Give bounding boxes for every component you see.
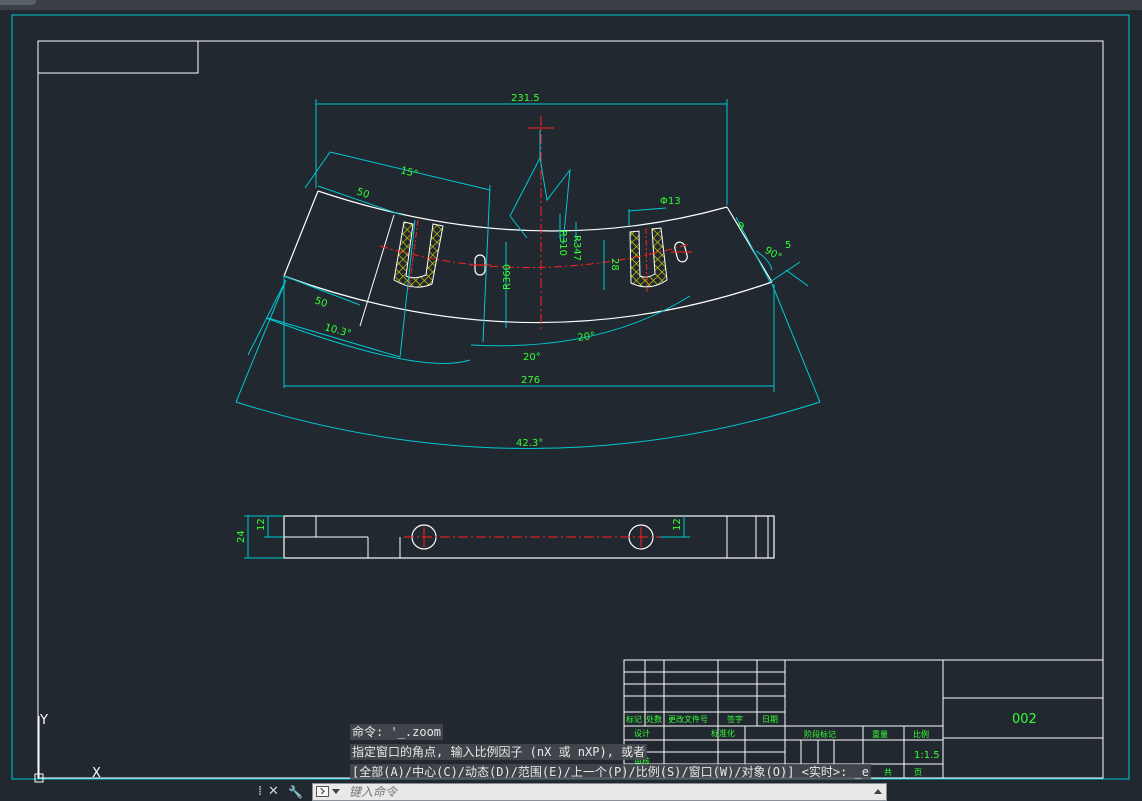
tb-header-mark: 标记 (626, 714, 642, 724)
dim-angle-20-b: 20° (577, 331, 596, 344)
drawing-canvas[interactable]: 231.5 15° 50 50 10.3° 20° 20° 276 42.3° … (0, 10, 1142, 801)
dim-12-left: 12 (256, 518, 267, 531)
dim-50-left: 50 (313, 295, 329, 310)
tb-total: 共 (884, 768, 892, 777)
paper-viewport-frame (11, 14, 1130, 780)
ucs-x-label: X (92, 766, 101, 781)
wrench-icon[interactable]: 🔧 (288, 785, 303, 799)
tb-weight: 重量 (872, 729, 888, 739)
ucs-icon: Y X (34, 713, 101, 783)
dim-angle-20-a: 20° (523, 352, 541, 363)
tb-stage-mark: 阶段标记 (804, 729, 836, 739)
part-edge-left (283, 190, 319, 277)
tb-ratio: 比例 (913, 729, 929, 739)
command-history-line-1: 命令: '_.zoom (350, 724, 444, 740)
chevron-down-icon[interactable] (332, 789, 340, 794)
dim-50-top: 50 (355, 186, 371, 201)
tb-header-date: 日期 (762, 715, 778, 724)
chevron-up-icon[interactable] (874, 789, 882, 794)
command-history-line-2: 指定窗口的角点, 输入比例因子 (nX 或 nXP), 或者 (350, 744, 648, 760)
dim-angle-15: 15° (399, 165, 419, 180)
tb-standardize: 标准化 (711, 728, 735, 738)
corner-tag-box (37, 40, 199, 74)
drag-grip-icon[interactable]: ⁞ (258, 785, 262, 799)
dimension-lines (235, 99, 821, 449)
tb-drawing-no: 002 (1012, 712, 1037, 727)
dim-r310: R310 (557, 230, 568, 256)
command-line-bar[interactable] (312, 783, 887, 801)
close-icon[interactable]: ✕ (268, 785, 279, 799)
command-prompt-icon[interactable] (316, 786, 329, 797)
dim-overall-width: 231.5 (511, 93, 540, 104)
dim-angle-42-3: 42.3° (516, 438, 543, 449)
command-history-line-3: [全部(A)/中心(C)/动态(D)/范围(E)/上一个(P)/比例(S)/窗口… (350, 764, 871, 780)
part-outline-outer (283, 275, 773, 324)
tab-nub[interactable] (0, 0, 36, 5)
dim-90deg: 90° (763, 245, 784, 263)
dimension-text: 231.5 15° 50 50 10.3° 20° 20° 276 42.3° … (313, 93, 791, 449)
dim-phi13: Φ13 (660, 196, 681, 207)
dim-28: 28 (609, 258, 620, 271)
dim-angle-10-3: 10.3° (323, 322, 352, 340)
tb-scale: 1:1.5 (914, 750, 940, 761)
window-top-strip (0, 0, 1142, 10)
tb-page: 页 (914, 768, 922, 777)
tb-header-count: 处数 (646, 714, 662, 724)
dim-r347: R347 (571, 235, 582, 261)
command-input[interactable] (349, 784, 829, 800)
tb-design: 设计 (634, 728, 650, 738)
centerline-arc (379, 243, 691, 268)
top-view: 24 12 12 (236, 515, 775, 559)
dim-5: 5 (785, 240, 791, 251)
dim-r360: R360 (502, 264, 513, 290)
dim-12-right: 12 (672, 518, 683, 531)
front-view (283, 116, 773, 330)
dim-24: 24 (236, 530, 247, 543)
dim-9: 9 (738, 221, 744, 232)
dim-276: 276 (521, 375, 540, 386)
ucs-y-label: Y (39, 713, 48, 728)
tb-header-sign: 签字 (727, 714, 743, 724)
tb-header-change-doc: 更改文件号 (668, 714, 708, 724)
part-edge-right (726, 206, 773, 283)
slot-left-hatch (393, 221, 444, 288)
part-inner-line (359, 214, 395, 327)
